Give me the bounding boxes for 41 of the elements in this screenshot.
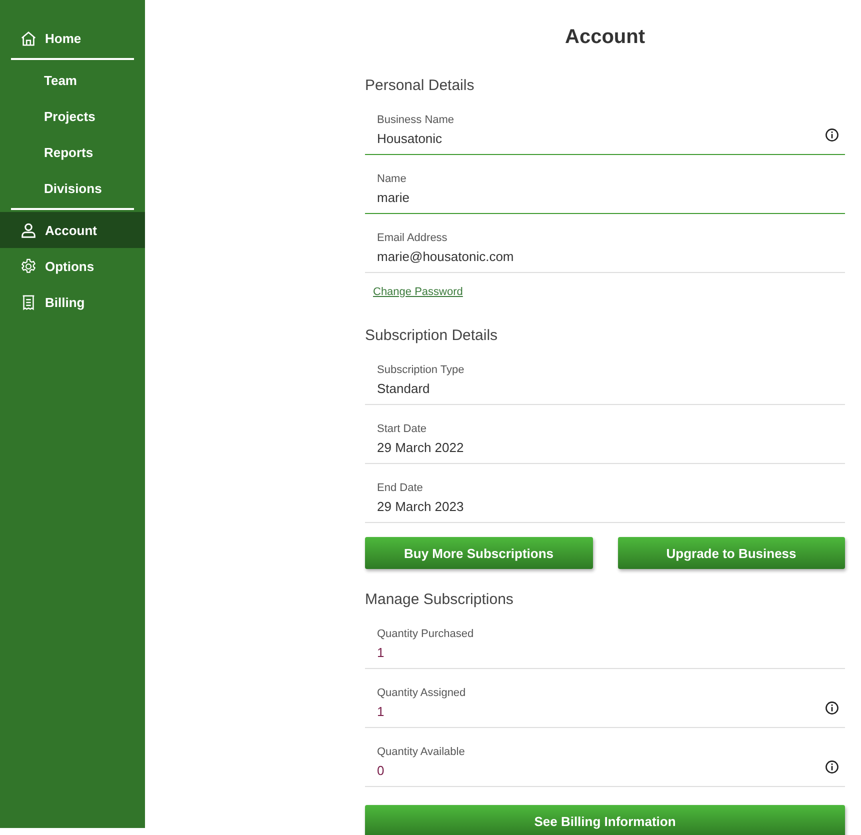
section-heading: Subscription Details <box>365 327 499 344</box>
info-icon[interactable] <box>825 701 839 715</box>
field-label: Quantity Assigned <box>377 687 466 699</box>
field-value: marie@housatonic.com <box>377 249 514 264</box>
change-password-link[interactable]: Change Password <box>373 286 463 298</box>
field-value: 0 <box>377 763 386 778</box>
field-value[interactable]: marie <box>377 190 410 205</box>
field-label: Start Date <box>377 423 428 435</box>
field-label: Business Name <box>377 114 454 126</box>
action-button[interactable]: Upgrade to Business <box>618 537 845 569</box>
nav-item[interactable]: Divisions <box>0 170 145 206</box>
info-icon[interactable] <box>825 760 839 774</box>
nav-item[interactable]: Reports <box>0 134 145 170</box>
nav-item[interactable]: Home <box>0 20 145 56</box>
receipt-icon <box>20 294 37 310</box>
info-icon[interactable] <box>825 128 839 142</box>
section-heading: Manage Subscriptions <box>365 591 514 608</box>
field-label: Subscription Type <box>377 364 464 376</box>
action-button[interactable]: Buy More Subscriptions <box>365 537 592 569</box>
field-label: Quantity Available <box>377 746 465 758</box>
field-label: Email Address <box>377 232 448 244</box>
nav-item[interactable]: Team <box>0 62 145 98</box>
field-label: End Date <box>377 482 424 494</box>
person-icon <box>20 222 37 238</box>
field-value: Standard <box>377 381 431 396</box>
home-icon <box>20 30 37 46</box>
field-value: 1 <box>377 704 386 719</box>
nav-item[interactable]: Options <box>0 248 145 284</box>
field-value: 29 March 2023 <box>377 499 464 514</box>
settings-icon <box>20 258 37 274</box>
nav-item[interactable]: Account <box>0 212 145 248</box>
field-value: 1 <box>377 645 386 660</box>
nav-item[interactable]: Projects <box>0 98 145 134</box>
action-button[interactable]: See Billing Information <box>365 805 845 835</box>
field-value: 29 March 2022 <box>377 440 464 455</box>
page-title: Account <box>564 26 646 49</box>
field-label: Quantity Purchased <box>377 628 474 640</box>
section-heading: Personal Details <box>365 77 476 94</box>
field-value[interactable]: Housatonic <box>377 131 454 146</box>
field-label: Name <box>377 173 408 185</box>
nav-item[interactable]: Billing <box>0 284 145 320</box>
